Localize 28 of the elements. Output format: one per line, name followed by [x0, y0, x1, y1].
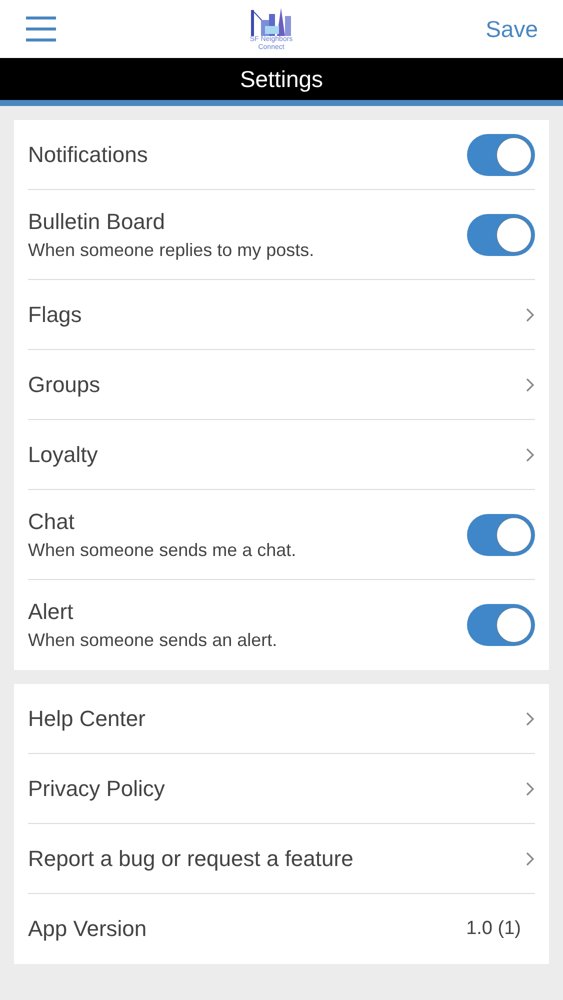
chevron-right-icon — [525, 850, 535, 866]
toggle-switch[interactable] — [467, 604, 535, 646]
menu-icon[interactable] — [25, 16, 57, 42]
toggle-switch[interactable] — [467, 214, 535, 256]
page-title: Settings — [240, 64, 324, 94]
setting-label: Flags — [28, 300, 82, 329]
setting-label: Report a bug or request a feature — [28, 844, 354, 873]
setting-description: When someone sends me a chat. — [28, 538, 296, 562]
chevron-right-icon — [525, 376, 535, 392]
setting-label: Notifications — [28, 140, 148, 168]
chevron-right-icon — [525, 710, 535, 726]
setting-label: Chat — [28, 508, 76, 536]
version-value: 1.0 (1) — [466, 916, 522, 941]
chevron-right-icon — [525, 306, 535, 322]
toggle-switch[interactable] — [467, 134, 535, 176]
setting-label: Alert — [28, 598, 74, 626]
setting-label: Groups — [28, 370, 100, 399]
save-button[interactable]: Save — [486, 12, 538, 46]
toggle-switch[interactable] — [467, 514, 535, 556]
chevron-right-icon — [525, 446, 535, 462]
setting-label: Help Center — [28, 704, 146, 733]
setting-description: When someone replies to my posts. — [28, 238, 314, 262]
setting-label: Bulletin Board — [28, 208, 166, 236]
chevron-right-icon — [525, 780, 535, 796]
setting-description: When someone sends an alert. — [28, 629, 278, 652]
setting-label: Privacy Policy — [28, 774, 165, 803]
setting-label: App Version — [28, 915, 147, 943]
setting-label: Loyalty — [28, 440, 98, 469]
